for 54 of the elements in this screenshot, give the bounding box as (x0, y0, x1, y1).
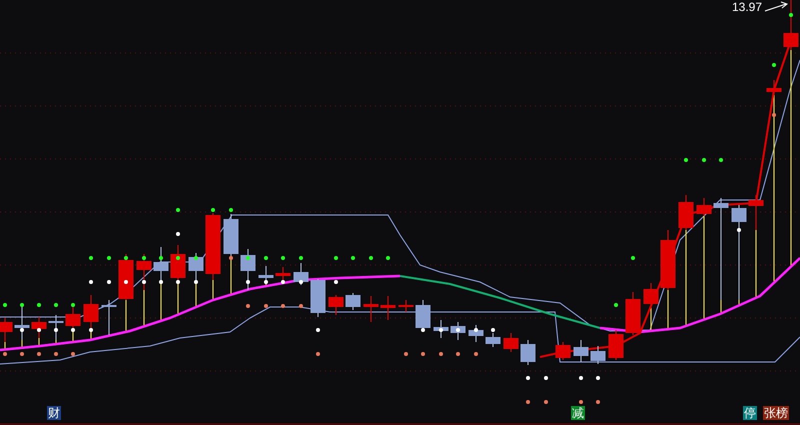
candlestick (32, 316, 46, 338)
candlestick (170, 244, 186, 280)
stem-line (90, 330, 92, 340)
candlestick (118, 254, 134, 300)
candlestick (486, 332, 500, 348)
stem-line (38, 338, 40, 347)
signal-marker: 张榜 (763, 406, 789, 420)
stem-line (650, 306, 652, 332)
candlestick (784, 0, 798, 50)
candlestick (328, 294, 344, 316)
candlestick (188, 252, 204, 282)
candlestick (0, 318, 12, 342)
candlestick (590, 346, 606, 364)
candlestick (556, 342, 570, 360)
candlestick (294, 262, 308, 286)
candlestick (608, 330, 624, 360)
candlestick (136, 254, 152, 290)
candlestick (416, 300, 430, 330)
candlestick (240, 248, 256, 290)
candlestick (678, 194, 694, 230)
stem-line (212, 280, 214, 300)
price-label: 13.97 (732, 0, 762, 14)
candlestick (258, 266, 274, 282)
candlestick (154, 246, 168, 280)
candlestick (520, 340, 536, 366)
candlestick (468, 324, 484, 342)
candlestick (398, 300, 414, 312)
stem-line (4, 342, 6, 350)
stem-line (72, 330, 74, 343)
candlestick (660, 230, 676, 290)
signal-marker: 财 (47, 406, 61, 420)
candlestick (346, 292, 360, 310)
candlestick (748, 194, 764, 230)
candlestick (766, 80, 782, 96)
candlestick (84, 294, 98, 330)
candlestick (48, 314, 64, 340)
candlestick (574, 340, 588, 362)
candlestick (626, 292, 640, 336)
arrow-icon (764, 1, 790, 13)
signal-marker: 停 (743, 406, 757, 420)
candlestick (696, 198, 712, 216)
stem-line (720, 300, 722, 314)
stem-line (230, 260, 232, 296)
candlestick (14, 306, 30, 340)
signal-marker: 减 (571, 406, 585, 420)
candlestick (66, 306, 80, 330)
candlestick (364, 296, 378, 322)
candlestick (644, 282, 658, 306)
stem-line (738, 300, 740, 306)
candlestick (102, 300, 116, 336)
candlestick (206, 212, 220, 280)
candlestick (380, 296, 396, 320)
candlestick (310, 278, 326, 318)
candlestick (504, 332, 518, 352)
